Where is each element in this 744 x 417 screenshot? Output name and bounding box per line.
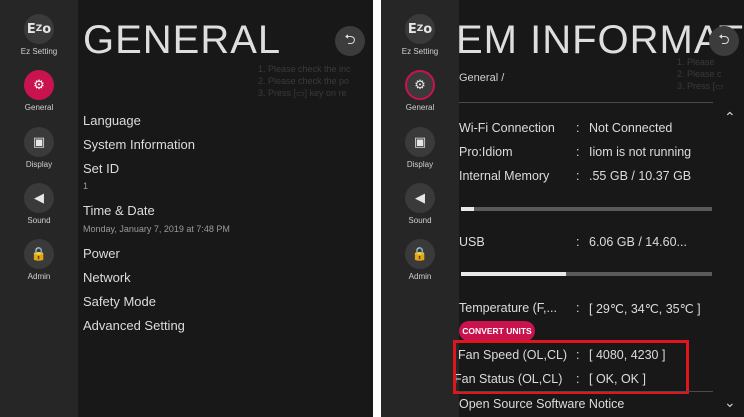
divider xyxy=(459,391,713,392)
help-line: 1. Please check the inc xyxy=(258,64,351,74)
menu-item-language[interactable]: Language xyxy=(83,113,141,128)
separator: : xyxy=(576,121,580,135)
settings-sidebar: EZo Ez Setting ⚙ General ▣ Display ◀ Sou… xyxy=(0,0,78,417)
general-settings-panel: EZo Ez Setting ⚙ General ▣ Display ◀ Sou… xyxy=(0,0,373,417)
sidebar-item-admin[interactable]: 🔒 Admin xyxy=(381,239,459,281)
chevron-up-icon[interactable]: ⌃ xyxy=(724,110,736,126)
separator: : xyxy=(576,145,580,159)
monitor-icon: ▣ xyxy=(405,127,435,157)
sidebar-item-display[interactable]: ▣ Display xyxy=(0,127,78,169)
lock-icon: 🔒 xyxy=(405,239,435,269)
pro-idiom-label: Pro:Idiom xyxy=(459,145,513,159)
help-text: 1. Please check the inc 2. Please check … xyxy=(258,63,351,99)
internal-memory-value: .55 GB / 10.37 GB xyxy=(589,169,692,183)
usb-value: 6.06 GB / 14.60... xyxy=(589,235,687,249)
help-line: 3. Press [▭ xyxy=(677,80,724,92)
help-line: 2. Please check the po xyxy=(258,76,350,86)
menu-item-safety-mode[interactable]: Safety Mode xyxy=(83,294,156,309)
help-line-part: ] key on re xyxy=(304,88,347,98)
lock-icon: 🔒 xyxy=(24,239,54,269)
help-line: 2. Please c xyxy=(677,69,722,79)
sidebar-item-label: Admin xyxy=(408,272,432,281)
sidebar-item-general[interactable]: ⚙ General xyxy=(381,70,459,112)
back-arrow-icon: ⮌ xyxy=(344,32,356,48)
temperature-value: [ 29℃, 34℃, 35℃ ] xyxy=(589,302,701,316)
set-id-value: 1 xyxy=(83,181,89,191)
internal-memory-bar xyxy=(461,207,712,211)
pro-idiom-value: Iiom is not running xyxy=(589,145,692,159)
time-date-value: Monday, January 7, 2019 at 7:48 PM xyxy=(83,224,230,234)
separator: : xyxy=(576,169,580,183)
usb-label: USB xyxy=(459,235,485,249)
sidebar-item-ez-setting[interactable]: EZo Ez Setting xyxy=(381,14,459,56)
menu-item-advanced-setting[interactable]: Advanced Setting xyxy=(83,318,185,333)
menu-item-system-information[interactable]: System Information xyxy=(83,137,195,152)
sidebar-item-sound[interactable]: ◀ Sound xyxy=(0,183,78,225)
ez-setting-icon: EZo xyxy=(24,14,54,44)
sidebar-item-label: Display xyxy=(406,160,434,169)
system-information-panel: EZo Ez Setting ⚙ General ▣ Display ◀ Sou… xyxy=(381,0,744,417)
sidebar-item-display[interactable]: ▣ Display xyxy=(381,127,459,169)
menu-item-power[interactable]: Power xyxy=(83,246,120,261)
sidebar-item-label: General xyxy=(24,103,54,112)
help-line: 3. Press [▭] key on re xyxy=(258,87,351,99)
menu-item-network[interactable]: Network xyxy=(83,270,131,285)
sidebar-item-label: Sound xyxy=(27,216,51,225)
internal-memory-label: Internal Memory xyxy=(459,169,550,183)
sidebar-item-label: Display xyxy=(25,160,53,169)
open-source-notice[interactable]: Open Source Software Notice xyxy=(459,397,624,411)
divider xyxy=(459,102,713,103)
gear-icon: ⚙ xyxy=(24,70,54,100)
separator: : xyxy=(576,301,580,315)
settings-sidebar: EZo Ez Setting ⚙ General ▣ Display ◀ Sou… xyxy=(381,0,459,417)
menu-item-set-id[interactable]: Set ID xyxy=(83,161,119,176)
back-arrow-icon: ⮌ xyxy=(718,32,730,48)
back-button[interactable]: ⮌ xyxy=(709,26,739,56)
chevron-down-icon[interactable]: ⌄ xyxy=(724,395,736,411)
temperature-label: Temperature (F,... xyxy=(459,301,557,315)
ez-setting-icon: EZo xyxy=(405,14,435,44)
remote-key-icon: ▭ xyxy=(715,81,724,91)
breadcrumb[interactable]: General / xyxy=(459,72,504,84)
help-line: 1. Please xyxy=(677,57,715,67)
sidebar-item-label: Sound xyxy=(408,216,432,225)
sidebar-item-label: Ez Setting xyxy=(20,47,58,56)
back-button[interactable]: ⮌ xyxy=(335,26,365,56)
convert-units-button[interactable]: CONVERT UNITS xyxy=(459,321,535,341)
help-line-part: 3. Press [ xyxy=(677,81,716,91)
page-title: GENERAL xyxy=(83,18,282,62)
remote-key-icon: ▭ xyxy=(296,88,305,98)
internal-memory-bar-fill xyxy=(461,207,474,211)
menu-item-time-date[interactable]: Time & Date xyxy=(83,203,155,218)
help-line-part: 3. Press [ xyxy=(258,88,297,98)
sidebar-item-ez-setting[interactable]: EZo Ez Setting xyxy=(0,14,78,56)
sidebar-item-admin[interactable]: 🔒 Admin xyxy=(0,239,78,281)
speaker-icon: ◀ xyxy=(24,183,54,213)
wifi-connection-value: Not Connected xyxy=(589,121,673,135)
wifi-connection-label: Wi-Fi Connection xyxy=(459,121,555,135)
usb-bar-fill xyxy=(461,272,567,276)
fan-highlight-box xyxy=(453,340,689,394)
sidebar-item-label: Admin xyxy=(27,272,51,281)
help-text: 1. Please 2. Please c 3. Press [▭ xyxy=(677,56,724,92)
separator: : xyxy=(576,235,580,249)
sidebar-item-general[interactable]: ⚙ General xyxy=(0,70,78,112)
monitor-icon: ▣ xyxy=(24,127,54,157)
sidebar-item-label: Ez Setting xyxy=(401,47,439,56)
speaker-icon: ◀ xyxy=(405,183,435,213)
sidebar-item-sound[interactable]: ◀ Sound xyxy=(381,183,459,225)
usb-bar xyxy=(461,272,712,276)
gear-icon: ⚙ xyxy=(405,70,435,100)
sidebar-item-label: General xyxy=(405,103,435,112)
